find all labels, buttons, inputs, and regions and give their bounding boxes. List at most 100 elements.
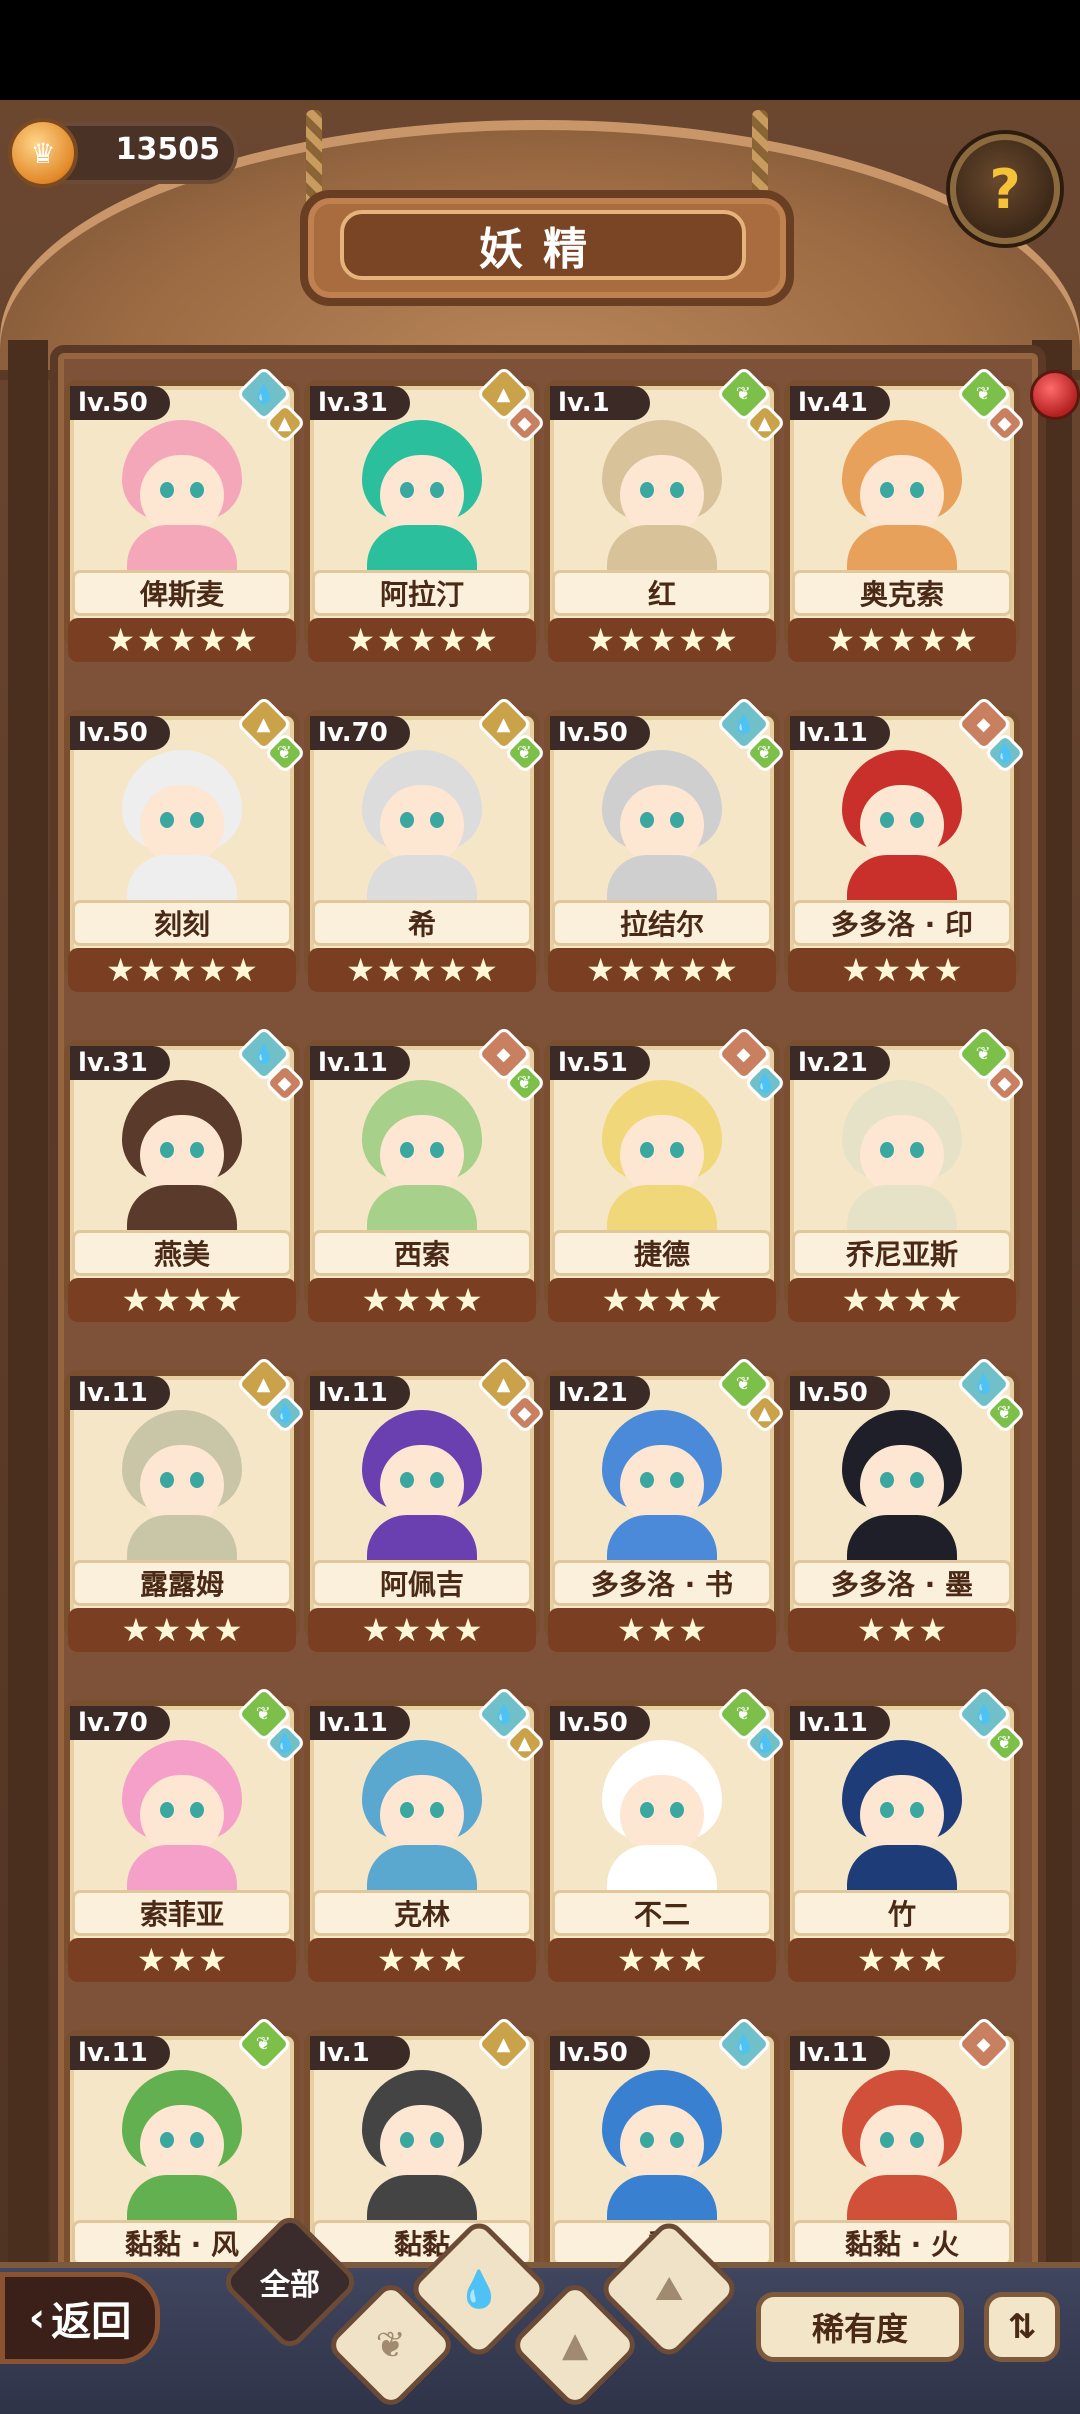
fairy-card[interactable]: lv.31 ▲ ◆ 阿拉汀 ★ ★ ★ ★ ★	[304, 365, 547, 670]
portrait-face	[140, 1775, 224, 1855]
crown-coin-icon: ♛	[8, 118, 78, 188]
level-badge: lv.11	[70, 1376, 170, 1410]
level-badge: lv.31	[70, 1046, 170, 1080]
star-icon: ★	[346, 951, 375, 989]
star-icon: ★	[213, 1281, 243, 1319]
sort-icon: ⇅	[1007, 2307, 1037, 2347]
back-button[interactable]: ‹ 返回	[0, 2272, 160, 2364]
portrait-eye	[160, 2132, 174, 2148]
fairy-card[interactable]: lv.70 ❦ 💧 索菲亚 ★ ★ ★	[64, 1685, 307, 1990]
portrait-face	[620, 455, 704, 535]
fairy-card[interactable]: lv.50 ▲ ❦ 刻刻 ★ ★ ★ ★ ★	[64, 695, 307, 1000]
star-rating: ★ ★ ★ ★	[308, 1608, 536, 1652]
level-badge: lv.1	[550, 386, 650, 420]
portrait-face	[620, 1115, 704, 1195]
fairy-card[interactable]: lv.11 💧 ▲ 克林 ★ ★ ★	[304, 1685, 547, 1990]
fairy-card[interactable]: lv.70 ▲ ❦ 希 ★ ★ ★ ★ ★	[304, 695, 547, 1000]
ladybug-icon[interactable]	[1030, 370, 1080, 420]
fairy-portrait	[322, 730, 522, 900]
fairy-card[interactable]: lv.50 💧 ❦ 拉结尔 ★ ★ ★ ★ ★	[544, 695, 787, 1000]
fairy-card[interactable]: lv.11 ◆ ❦ 西索 ★ ★ ★ ★	[304, 1025, 547, 1330]
portrait-body	[127, 1845, 237, 1890]
star-icon: ★	[423, 1281, 452, 1319]
fairy-name: 多多洛 · 书	[552, 1560, 772, 1606]
star-icon: ★	[361, 1281, 391, 1319]
star-icon: ★	[167, 1941, 197, 1979]
portrait-face	[860, 1115, 944, 1195]
star-rating: ★ ★ ★ ★	[308, 1278, 536, 1322]
star-icon: ★	[616, 621, 646, 659]
help-button[interactable]: ?	[950, 134, 1060, 244]
portrait-eye	[160, 1142, 174, 1158]
star-icon: ★	[136, 951, 166, 989]
star-icon: ★	[121, 1281, 151, 1319]
portrait-eye	[880, 812, 894, 828]
portrait-body	[847, 1845, 957, 1890]
star-icon: ★	[601, 1281, 631, 1319]
fairy-card[interactable]: lv.21 ❦ ◆ 乔尼亚斯 ★ ★ ★ ★	[784, 1025, 1027, 1330]
star-icon: ★	[376, 621, 406, 659]
level-badge: lv.11	[790, 2036, 890, 2070]
portrait-body	[367, 1185, 477, 1230]
fairy-portrait	[82, 1060, 282, 1230]
star-icon: ★	[469, 951, 498, 989]
portrait-body	[367, 2175, 477, 2220]
fairy-portrait	[562, 400, 762, 570]
portrait-body	[607, 1845, 717, 1890]
fairy-card[interactable]: lv.11 ▲ ◆ 阿佩吉 ★ ★ ★ ★	[304, 1355, 547, 1660]
peak-icon: ⛰	[654, 2269, 684, 2309]
star-icon: ★	[586, 621, 615, 659]
fairy-card[interactable]: lv.11 ◆ 💧 多多洛 · 印 ★ ★ ★ ★	[784, 695, 1027, 1000]
star-rating: ★ ★ ★	[788, 1938, 1016, 1982]
portrait-body	[607, 855, 717, 900]
fairy-card[interactable]: lv.41 ❦ ◆ 奥克索 ★ ★ ★ ★ ★	[784, 365, 1027, 670]
portrait-face	[860, 455, 944, 535]
star-icon: ★	[229, 951, 258, 989]
status-area	[0, 0, 1080, 100]
portrait-face	[620, 1775, 704, 1855]
star-icon: ★	[616, 1941, 646, 1979]
star-icon: ★	[198, 621, 228, 659]
fairy-card[interactable]: lv.11 💧 ❦ 竹 ★ ★ ★	[784, 1685, 1027, 1990]
star-icon: ★	[438, 1941, 468, 1979]
fairy-card[interactable]: lv.31 💧 ◆ 燕美 ★ ★ ★ ★	[64, 1025, 307, 1330]
portrait-eye	[880, 1802, 894, 1818]
portrait-eye	[910, 812, 924, 828]
fairy-name: 阿佩吉	[312, 1560, 532, 1606]
portrait-eye	[430, 812, 444, 828]
portrait-body	[847, 1185, 957, 1230]
fairy-card[interactable]: lv.1 ❦ ▲ 红 ★ ★ ★ ★ ★	[544, 365, 787, 670]
fairy-name: 露露姆	[72, 1560, 292, 1606]
fairy-card[interactable]: lv.50 ❦ 💧 不二 ★ ★ ★	[544, 1685, 787, 1990]
star-icon: ★	[856, 621, 886, 659]
portrait-eye	[640, 482, 654, 498]
fairy-card[interactable]: lv.50 💧 ▲ 俾斯麦 ★ ★ ★ ★ ★	[64, 365, 307, 670]
rarity-sort-button[interactable]: 稀有度	[756, 2292, 964, 2362]
portrait-eye	[190, 1472, 204, 1488]
star-icon: ★	[872, 1281, 901, 1319]
star-rating: ★ ★ ★ ★ ★	[788, 618, 1016, 662]
fairy-portrait	[82, 730, 282, 900]
fairy-card[interactable]: lv.11 ▲ 💧 露露姆 ★ ★ ★ ★	[64, 1355, 307, 1660]
star-rating: ★ ★ ★ ★ ★	[308, 618, 536, 662]
fairy-card[interactable]: lv.50 💧 ❦ 多多洛 · 墨 ★ ★ ★	[784, 1355, 1027, 1660]
fairy-name: 多多洛 · 印	[792, 900, 1012, 946]
star-icon: ★	[841, 951, 871, 989]
fairy-card[interactable]: lv.51 ◆ 💧 捷德 ★ ★ ★ ★	[544, 1025, 787, 1330]
fairy-portrait	[802, 1060, 1002, 1230]
portrait-face	[380, 785, 464, 865]
portrait-eye	[640, 2132, 654, 2148]
level-badge: lv.11	[790, 1706, 890, 1740]
portrait-eye	[400, 1472, 414, 1488]
portrait-eye	[640, 1802, 654, 1818]
fairy-card[interactable]: lv.21 ❦ ▲ 多多洛 · 书 ★ ★ ★	[544, 1355, 787, 1660]
sort-order-button[interactable]: ⇅	[984, 2292, 1060, 2362]
star-icon: ★	[407, 621, 437, 659]
star-icon: ★	[887, 1941, 917, 1979]
mountain-icon: ▲	[561, 2325, 589, 2365]
star-icon: ★	[438, 621, 468, 659]
portrait-eye	[880, 2132, 894, 2148]
portrait-body	[367, 525, 477, 570]
star-icon: ★	[647, 1611, 677, 1649]
level-badge: lv.50	[550, 1706, 650, 1740]
